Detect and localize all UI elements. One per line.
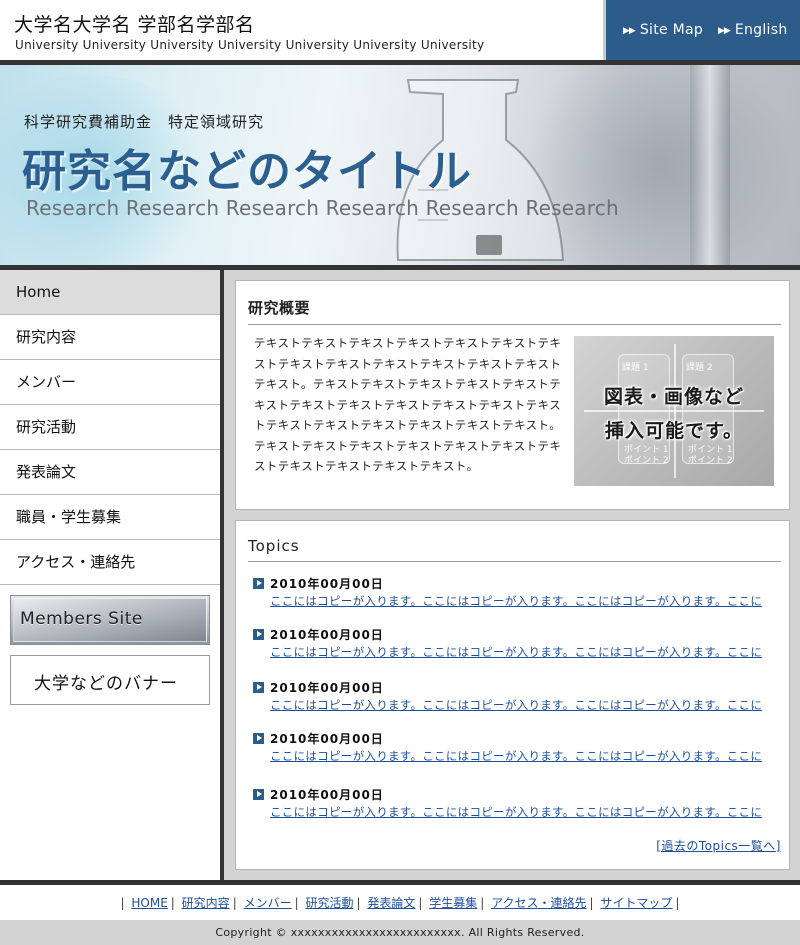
topic-link[interactable]: ここにはコピーが入ります。ここにはコピーが入ります。ここにはコピーが入ります。こ… [253,804,783,820]
sidebar-item-home[interactable]: Home [0,270,220,315]
university-banner-label: 大学などのバナー [34,674,178,694]
footer-link-access[interactable]: アクセス・連絡先 [491,896,586,910]
site-map-link[interactable]: ▶▶ Site Map [623,22,703,38]
sidebar-item-members[interactable]: メンバー [0,360,220,405]
hero-title: 研究名などのタイトル [22,146,472,197]
sidebar: Home 研究内容 メンバー 研究活動 発表論文 職員・学生募集 アクセス・連絡… [0,270,220,880]
top-links: ▶▶ Site Map ▶▶ English [603,0,800,62]
play-bullet-icon [253,682,264,693]
site-header: 大学名大学名 学部名学部名 University University Univ… [0,0,800,62]
figure-caption-line2: 挿入可能です。 [604,420,744,442]
footer-nav: | HOME | 研究内容 | メンバー | 研究活動 | 発表論文 | 学生募集 | アク… [0,885,800,920]
topic-link[interactable]: ここにはコピーが入ります。ここにはコピーが入ります。ここにはコピーが入ります。こ… [253,644,783,660]
hero-subtitle: Research Research Research Research Rese… [26,196,619,220]
members-site-banner[interactable]: Members Site [10,595,210,645]
footer-link-research[interactable]: 研究内容 [182,896,230,910]
past-topics-link[interactable]: [過去のTopics一覧へ] [656,837,781,854]
sidebar-item-activities[interactable]: 研究活動 [0,405,220,450]
play-bullet-icon [253,578,264,589]
topic-date: 2010年00月00日 [253,575,783,593]
figure-box-left-label: 課題 1 [622,363,649,373]
footer-link-papers[interactable]: 発表論文 [367,896,415,910]
overview-figure: 課題 1 課題 2 ポイント 1 ポイント 2 ポイント 1 ポイント 2 図表… [574,336,774,486]
university-name: 大学名大学名 学部名学部名 [14,14,255,36]
footer-link-home[interactable]: HOME [131,896,167,910]
topic-date: 2010年00月00日 [253,679,783,697]
figure-box-right-point-2: ポイント 2 [688,456,733,466]
english-label: English [734,22,788,38]
topic-item: 2010年00月00日 ここにはコピーが入ります。ここにはコピーが入ります。ここ… [253,679,783,713]
overview-panel: 研究概要 テキストテキストテキストテキストテキストテキストテキストテキストテキス… [235,280,790,510]
sidebar-item-papers[interactable]: 発表論文 [0,450,220,495]
topic-item: 2010年00月00日 ここにはコピーが入ります。ここにはコピーが入ります。ここ… [253,575,783,609]
figure-box-left-point-2: ポイント 2 [624,456,669,466]
hero-banner: 科学研究費補助金 特定領域研究 研究名などのタイトル Research Rese… [0,65,800,265]
topic-item: 2010年00月00日 ここにはコピーが入ります。ここにはコピーが入ります。ここ… [253,626,783,660]
sidebar-item-recruitment[interactable]: 職員・学生募集 [0,495,220,540]
main-content: 研究概要 テキストテキストテキストテキストテキストテキストテキストテキストテキス… [224,270,800,882]
play-bullet-icon [253,789,264,800]
footer-link-members[interactable]: メンバー [244,896,292,910]
footer-link-recruitment[interactable]: 学生募集 [429,896,477,910]
topics-panel: Topics 2010年00月00日 ここにはコピーが入ります。ここにはコピーが… [235,520,790,870]
sidebar-item-access[interactable]: アクセス・連絡先 [0,540,220,585]
figure-box-right-label: 課題 2 [686,363,713,373]
topics-heading: Topics [248,537,781,562]
double-chevron-right-icon: ▶▶ [623,26,636,36]
topic-item: 2010年00月00日 ここにはコピーが入ります。ここにはコピーが入ります。ここ… [253,730,783,764]
topic-item: 2010年00月00日 ここにはコピーが入ります。ここにはコピーが入ります。ここ… [253,786,783,820]
sidebar-item-research[interactable]: 研究内容 [0,315,220,360]
figure-caption-line1: 図表・画像など [603,386,744,408]
overview-text: テキストテキストテキストテキストテキストテキストテキストテキストテキストテキスト… [254,336,562,473]
play-bullet-icon [253,733,264,744]
topic-link[interactable]: ここにはコピーが入ります。ここにはコピーが入ります。ここにはコピーが入ります。こ… [253,697,783,713]
site-map-label: Site Map [639,22,704,38]
footer-link-sitemap[interactable]: サイトマップ [600,896,672,910]
topic-date: 2010年00月00日 [253,786,783,804]
university-subtitle: University University University Univers… [15,38,485,52]
topic-date: 2010年00月00日 [253,626,783,644]
sidebar-nav: Home 研究内容 メンバー 研究活動 発表論文 職員・学生募集 アクセス・連絡… [0,270,220,585]
footer-link-activities[interactable]: 研究活動 [305,896,353,910]
double-chevron-right-icon: ▶▶ [718,26,731,36]
members-site-label: Members Site [20,609,143,629]
topic-link[interactable]: ここにはコピーが入ります。ここにはコピーが入ります。ここにはコピーが入ります。こ… [253,593,783,609]
university-banner[interactable]: 大学などのバナー [10,655,210,705]
play-bullet-icon [253,629,264,640]
english-link[interactable]: ▶▶ English [718,22,788,38]
topic-date: 2010年00月00日 [253,730,783,748]
topic-link[interactable]: ここにはコピーが入ります。ここにはコピーが入ります。ここにはコピーが入ります。こ… [253,748,783,764]
copyright: Copyright © xxxxxxxxxxxxxxxxxxxxxxxxx. A… [0,920,800,945]
overview-heading: 研究概要 [248,297,781,325]
hero-label: 科学研究費補助金 特定領域研究 [24,113,265,131]
